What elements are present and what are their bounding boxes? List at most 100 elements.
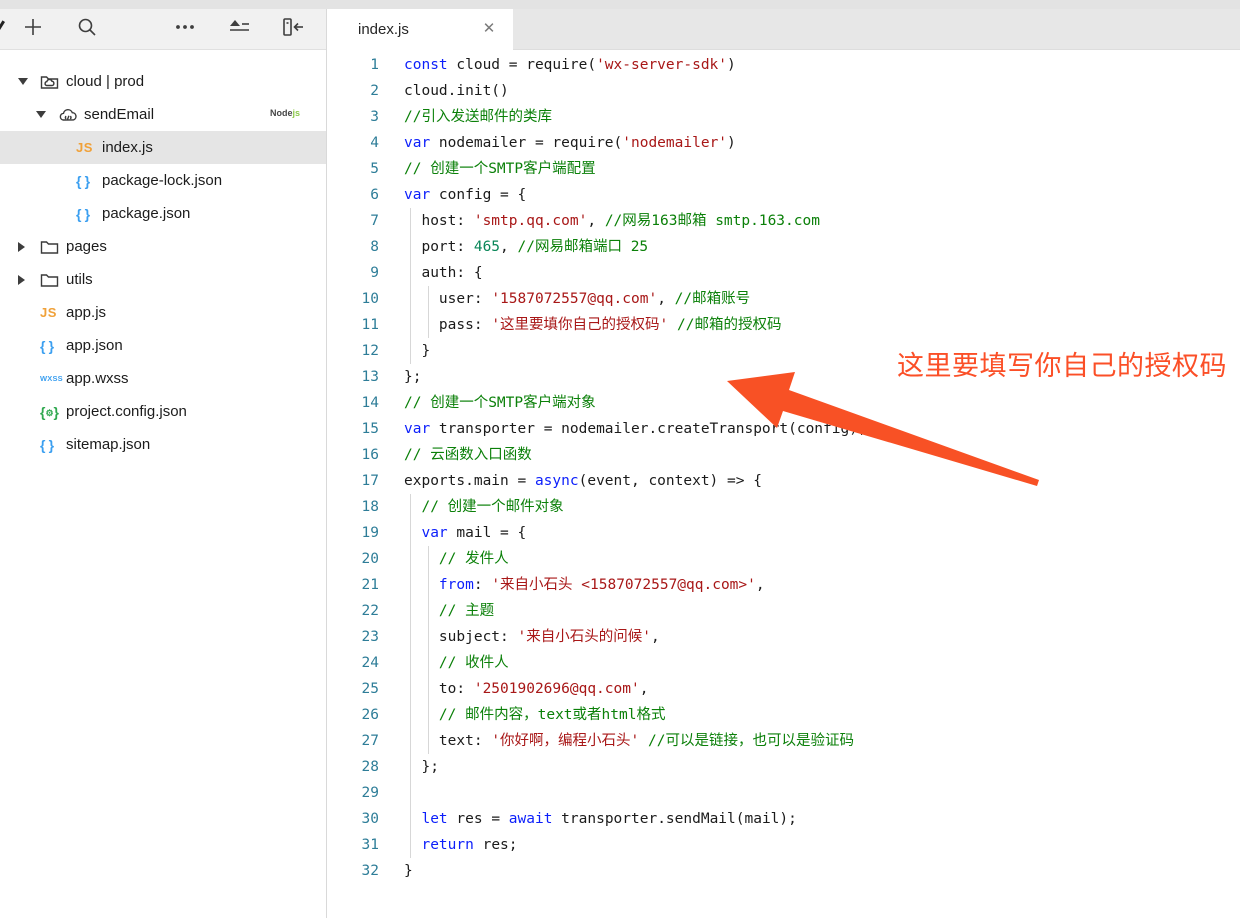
code-line-26[interactable]: 26 // 邮件内容，text或者html格式	[327, 702, 1240, 728]
json-icon: { }	[76, 205, 92, 222]
code-line-30[interactable]: 30 let res = await transporter.sendMail(…	[327, 806, 1240, 832]
file-tree: cloud | prod sendEmail Nodejs JS index.js { }…	[0, 50, 326, 918]
code-area[interactable]: 1 const cloud = require('wx-server-sdk') 2…	[327, 50, 1240, 918]
line-number: 17	[361, 473, 379, 489]
hide-sidebar-icon	[282, 17, 304, 42]
code-line-14[interactable]: 14 // 创建一个SMTP客户端对象	[327, 390, 1240, 416]
tree-item-app-wxss[interactable]: WXSS app.wxss	[0, 362, 326, 395]
indent-guide	[410, 494, 411, 858]
code-line-19[interactable]: 19 var mail = {	[327, 520, 1240, 546]
chevron-down-icon[interactable]	[18, 78, 40, 85]
tree-item-sendemail[interactable]: sendEmail Nodejs	[0, 98, 326, 131]
tree-item-sitemap-json[interactable]: { } sitemap.json	[0, 428, 326, 461]
tree-item-cloud-prod[interactable]: cloud | prod	[0, 65, 326, 98]
code-line-28[interactable]: 28 };	[327, 754, 1240, 780]
js-icon: JS	[76, 140, 93, 155]
chevron-right-icon[interactable]	[18, 241, 40, 252]
code-line-content: const cloud = require('wx-server-sdk')	[404, 57, 736, 73]
tree-item-app-js[interactable]: JS app.js	[0, 296, 326, 329]
more-icon	[174, 17, 196, 42]
collapse-all-button[interactable]	[219, 9, 259, 49]
close-tab-icon[interactable]: ✕	[479, 19, 499, 39]
code-line-content: // 收件人	[404, 655, 509, 671]
code-line-1[interactable]: 1 const cloud = require('wx-server-sdk')	[327, 52, 1240, 78]
code-line-25[interactable]: 25 to: '2501902696@qq.com',	[327, 676, 1240, 702]
window-top-strip	[0, 0, 1240, 9]
line-number: 7	[370, 213, 379, 229]
chevron-down-icon[interactable]	[36, 111, 58, 118]
code-line-29[interactable]: 29	[327, 780, 1240, 806]
tree-item-package-lock-json[interactable]: { } package-lock.json	[0, 164, 326, 197]
tree-item-label: index.js	[102, 139, 153, 156]
indent-guide	[428, 546, 429, 754]
tree-item-label: sitemap.json	[66, 436, 151, 453]
line-number: 19	[361, 525, 379, 541]
code-line-22[interactable]: 22 // 主题	[327, 598, 1240, 624]
code-line-8[interactable]: 8 port: 465, //网易邮箱端口 25	[327, 234, 1240, 260]
code-line-24[interactable]: 24 // 收件人	[327, 650, 1240, 676]
code-line-content: // 创建一个SMTP客户端配置	[404, 161, 596, 177]
json-icon: { }	[40, 436, 56, 453]
line-number: 18	[361, 499, 379, 515]
tree-item-index-js[interactable]: JS index.js	[0, 131, 326, 164]
code-line-12[interactable]: 12 }	[327, 338, 1240, 364]
code-line-23[interactable]: 23 subject: '来自小石头的问候',	[327, 624, 1240, 650]
tab-label: index.js	[358, 21, 409, 38]
code-line-content: var mail = {	[421, 525, 527, 541]
cloud-function-icon	[58, 107, 84, 123]
code-line-16[interactable]: 16 // 云函数入口函数	[327, 442, 1240, 468]
code-line-17[interactable]: 17 exports.main = async(event, context) =…	[327, 468, 1240, 494]
tree-item-label: package-lock.json	[102, 172, 223, 189]
line-number: 5	[370, 161, 379, 177]
add-file-button[interactable]	[13, 9, 53, 49]
tree-item-label: app.js	[66, 304, 107, 321]
hide-sidebar-button[interactable]	[273, 9, 313, 49]
code-line-9[interactable]: 9 auth: {	[327, 260, 1240, 286]
tree-item-package-json[interactable]: { } package.json	[0, 197, 326, 230]
search-button[interactable]	[67, 9, 107, 49]
code-line-32[interactable]: 32}	[327, 858, 1240, 884]
line-number: 1	[370, 57, 379, 73]
tree-item-label: pages	[66, 238, 107, 255]
search-icon	[77, 17, 97, 42]
line-number: 20	[361, 551, 379, 567]
code-line-4[interactable]: 4 var nodemailer = require('nodemailer')	[327, 130, 1240, 156]
code-line-content: cloud.init()	[404, 83, 509, 99]
code-line-31[interactable]: 31 return res;	[327, 832, 1240, 858]
tree-item-label: package.json	[102, 205, 191, 222]
line-number: 6	[370, 187, 379, 203]
folder-cloud-icon	[40, 74, 66, 90]
code-line-13[interactable]: 13};	[327, 364, 1240, 390]
code-line-11[interactable]: 11 pass: '这里要填你自己的授权码' //邮箱的授权码	[327, 312, 1240, 338]
code-line-5[interactable]: 5 // 创建一个SMTP客户端配置	[327, 156, 1240, 182]
tree-item-app-json[interactable]: { } app.json	[0, 329, 326, 362]
code-line-21[interactable]: 21 from: '来自小石头 <1587072557@qq.com>',	[327, 572, 1240, 598]
code-line-content: to: '2501902696@qq.com',	[404, 681, 649, 697]
code-line-content: subject: '来自小石头的问候',	[404, 629, 660, 645]
tree-item-label: sendEmail	[84, 106, 155, 123]
tree-item-label: utils	[66, 271, 93, 288]
code-line-content: port: 465, //网易邮箱端口 25	[404, 239, 649, 255]
tree-item-label: app.json	[66, 337, 123, 354]
wxss-icon: WXSS	[40, 374, 63, 383]
code-line-18[interactable]: 18 // 创建一个邮件对象	[327, 494, 1240, 520]
folder-icon	[40, 272, 66, 288]
code-line-27[interactable]: 27 text: '你好啊，编程小石头' //可以是链接，也可以是验证码	[327, 728, 1240, 754]
line-number: 4	[370, 135, 379, 151]
tree-item-utils[interactable]: utils	[0, 263, 326, 296]
code-line-content: // 创建一个SMTP客户端对象	[404, 395, 596, 411]
code-line-15[interactable]: 15 var transporter = nodemailer.createTra…	[327, 416, 1240, 442]
more-options-button[interactable]	[165, 9, 205, 49]
code-line-20[interactable]: 20 // 发件人	[327, 546, 1240, 572]
code-line-6[interactable]: 6 var config = {	[327, 182, 1240, 208]
code-editor-window: cloud | prod sendEmail Nodejs JS index.js { }…	[0, 0, 1240, 918]
code-line-2[interactable]: 2 cloud.init()	[327, 78, 1240, 104]
code-line-7[interactable]: 7 host: 'smtp.qq.com', //网易163邮箱 smtp.16…	[327, 208, 1240, 234]
tab-index-js[interactable]: index.js ✕	[327, 9, 513, 50]
tree-item-pages[interactable]: pages	[0, 230, 326, 263]
chevron-right-icon[interactable]	[18, 274, 40, 285]
tree-item-project-config-json[interactable]: {⚙} project.config.json	[0, 395, 326, 428]
code-line-3[interactable]: 3 //引入发送邮件的类库	[327, 104, 1240, 130]
code-line-10[interactable]: 10 user: '1587072557@qq.com', //邮箱账号	[327, 286, 1240, 312]
code-lines: 1 const cloud = require('wx-server-sdk') 2…	[327, 52, 1240, 884]
